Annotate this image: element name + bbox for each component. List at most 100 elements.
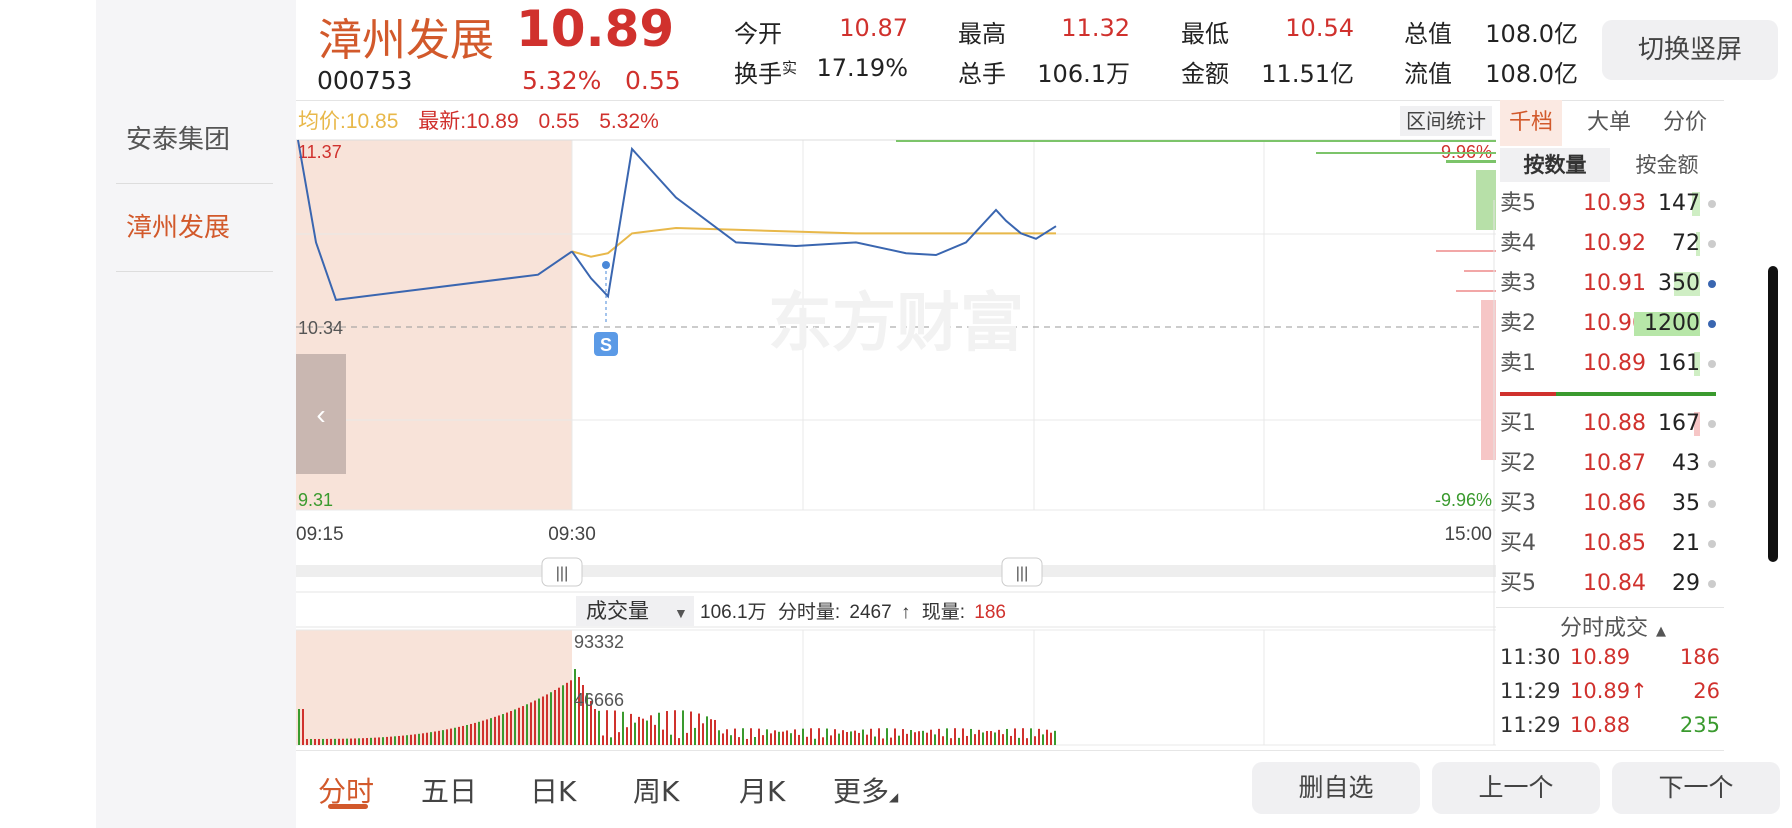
watermark-text: 东方财富 [768,287,1024,359]
stat-float-value: 108.0亿 [1485,60,1578,88]
bid-row-1: 买1 10.88 167 [1496,404,1724,444]
volume-bar [606,710,608,745]
tab-fiveday[interactable]: 五日 [421,770,477,810]
range-slider-track[interactable] [296,565,1496,577]
volume-bar [338,738,340,745]
volume-bar [650,715,652,745]
volume-mid-label: 46666 [574,690,624,710]
volume-bar [782,731,784,745]
bid-label: 买2 [1500,451,1536,476]
volume-bar [526,704,528,745]
volume-bar [318,738,320,745]
subtab-amount[interactable]: 按金额 [1614,148,1720,182]
volume-bar [794,729,796,745]
stat-high-label: 最高 [958,20,1006,48]
volume-bar [522,706,524,745]
volume-bar [610,737,612,745]
volume-bar [986,731,988,745]
sidebar-item-antai[interactable]: 安泰集团 [116,96,273,184]
volume-bar [962,728,964,745]
volume-bar [378,737,380,745]
volume-bar [326,738,328,745]
volume-bar [730,735,732,745]
tab-bigorder[interactable]: 大单 [1574,100,1644,146]
volume-bar [914,732,916,745]
volume-bar [494,716,496,745]
volume-bar [314,738,316,745]
dropdown-icon: ▼ [674,605,688,621]
volume-bar [510,711,512,745]
volume-bar [1054,730,1056,745]
volume-bar [434,731,436,745]
volume-bar [1010,735,1012,745]
latest-value: 10.89 [466,110,519,133]
volume-bar [446,729,448,745]
volume-detail-arrow: ↑ [901,602,911,623]
tab-more[interactable]: 更多◢ [833,770,898,810]
stock-code: 000753 [317,66,413,95]
volume-bar [922,730,924,745]
volume-bar [686,732,688,745]
latest-chg: 0.55 [539,110,580,133]
ask-row-3: 卖3 10.91 350 [1496,264,1724,304]
scrollbar-thumb[interactable] [1768,266,1778,562]
volume-bar [1050,732,1052,745]
stat-turnover-sup: 实 [782,59,798,77]
intraday-chart[interactable]: 东方财富 均价:10.85 最新:10.89 0.55 5.32% 区间统计 1… [296,100,1496,750]
volume-bar [774,730,776,745]
volume-bar [506,712,508,745]
volume-bar [362,738,364,745]
bid-row-3: 买3 10.86 35 [1496,484,1724,524]
volume-bar [978,729,980,745]
volume-bar [726,729,728,745]
volume-bar [298,709,300,745]
volume-bar [334,738,336,745]
volume-bar [662,729,664,745]
volume-bar [1046,729,1048,745]
volume-bar [858,732,860,745]
volume-bar [1002,734,1004,745]
volume-bar [578,677,580,745]
tab-pricedist[interactable]: 分价 [1650,100,1720,146]
ask-label: 卖5 [1500,191,1536,216]
volume-bar [770,733,772,745]
volume-bar [1022,728,1024,745]
switch-portrait-button[interactable]: 切换竖屏 [1602,20,1778,80]
volume-bar [850,731,852,745]
tab-daily-k[interactable]: 日K [530,770,576,810]
volume-bar [814,738,816,745]
volume-bar [626,727,628,745]
volume-bar [358,738,360,745]
order-book-panel: 千档 大单 分价 按数量 按金额 卖5 10.93 147 卖4 10.92 72 … [1496,100,1724,750]
tab-weekly-k[interactable]: 周K [633,770,679,810]
tab-level[interactable]: 千档 [1500,100,1562,146]
ask-row-2: 卖2 10.90 1200 [1496,304,1724,344]
tab-monthly-k[interactable]: 月K [739,770,785,810]
trades-title[interactable]: 分时成交 ▲ [1560,610,1666,642]
volume-bar [530,702,532,745]
volume-bar [874,736,876,745]
bid-row-5: 买5 10.84 29 [1496,564,1724,604]
remove-watchlist-button[interactable]: 删自选 [1252,762,1420,814]
latest-pct: 5.32% [599,110,659,133]
volume-bar [934,734,936,745]
previous-button[interactable]: 上一个 [1432,762,1600,814]
bid-vol: 35 [1672,491,1700,516]
volume-bar [374,737,376,745]
ask-label: 卖4 [1500,231,1536,256]
volume-bar [426,732,428,745]
subtab-quantity[interactable]: 按数量 [1500,148,1610,182]
ask-label: 卖3 [1500,271,1536,296]
volume-bar [502,714,504,745]
ask-label: 卖1 [1500,351,1536,376]
volume-bar [738,737,740,745]
next-button[interactable]: 下一个 [1612,762,1780,814]
stock-name: 漳州发展 [318,15,494,66]
bid-label: 买5 [1500,571,1536,596]
sidebar-item-zhangzhou[interactable]: 漳州发展 [116,184,273,272]
volume-bar [750,728,752,745]
volume-bar [906,733,908,745]
stat-open-label: 今开 [734,20,782,48]
volume-detail-label: 分时量: [778,601,840,623]
avg-price-line [571,226,1056,258]
